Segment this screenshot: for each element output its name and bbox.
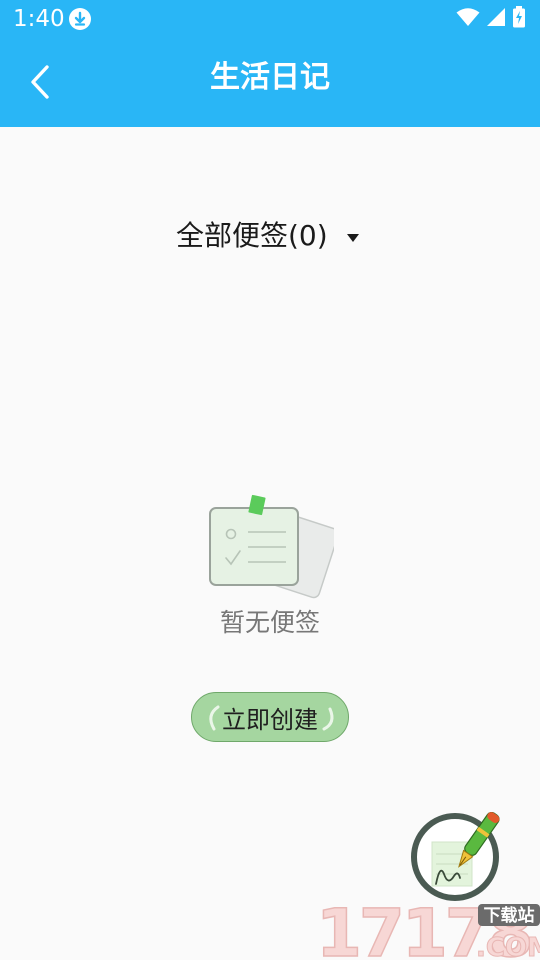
status-bar: 1:40 [0, 0, 540, 38]
create-note-label: 立即创建 [222, 705, 318, 734]
site-watermark-logo: 17178 下载站 .COM [315, 894, 540, 960]
category-filter-label: 全部便签(0) [176, 219, 328, 252]
fountain-pen-icon [411, 812, 500, 901]
empty-state-text: 暂无便签 [219, 608, 320, 637]
svg-text:下载站: 下载站 [484, 905, 535, 926]
app-bar: 生活日记 [0, 38, 540, 127]
status-time: 1:40 [13, 6, 65, 32]
note-cards-icon [204, 494, 339, 604]
create-note-button[interactable]: 立即创建 [191, 692, 349, 742]
page-title: 生活日记 [210, 60, 330, 95]
cell-signal-icon [486, 7, 506, 31]
category-filter-dropdown[interactable]: 全部便签(0) [176, 216, 360, 256]
wifi-icon [456, 7, 480, 31]
svg-text:.COM: .COM [476, 933, 540, 960]
download-icon [69, 8, 91, 30]
triangle-down-icon [346, 228, 360, 247]
battery-charging-icon [512, 6, 526, 32]
write-note-fab[interactable] [410, 812, 500, 902]
status-icons [456, 6, 526, 32]
